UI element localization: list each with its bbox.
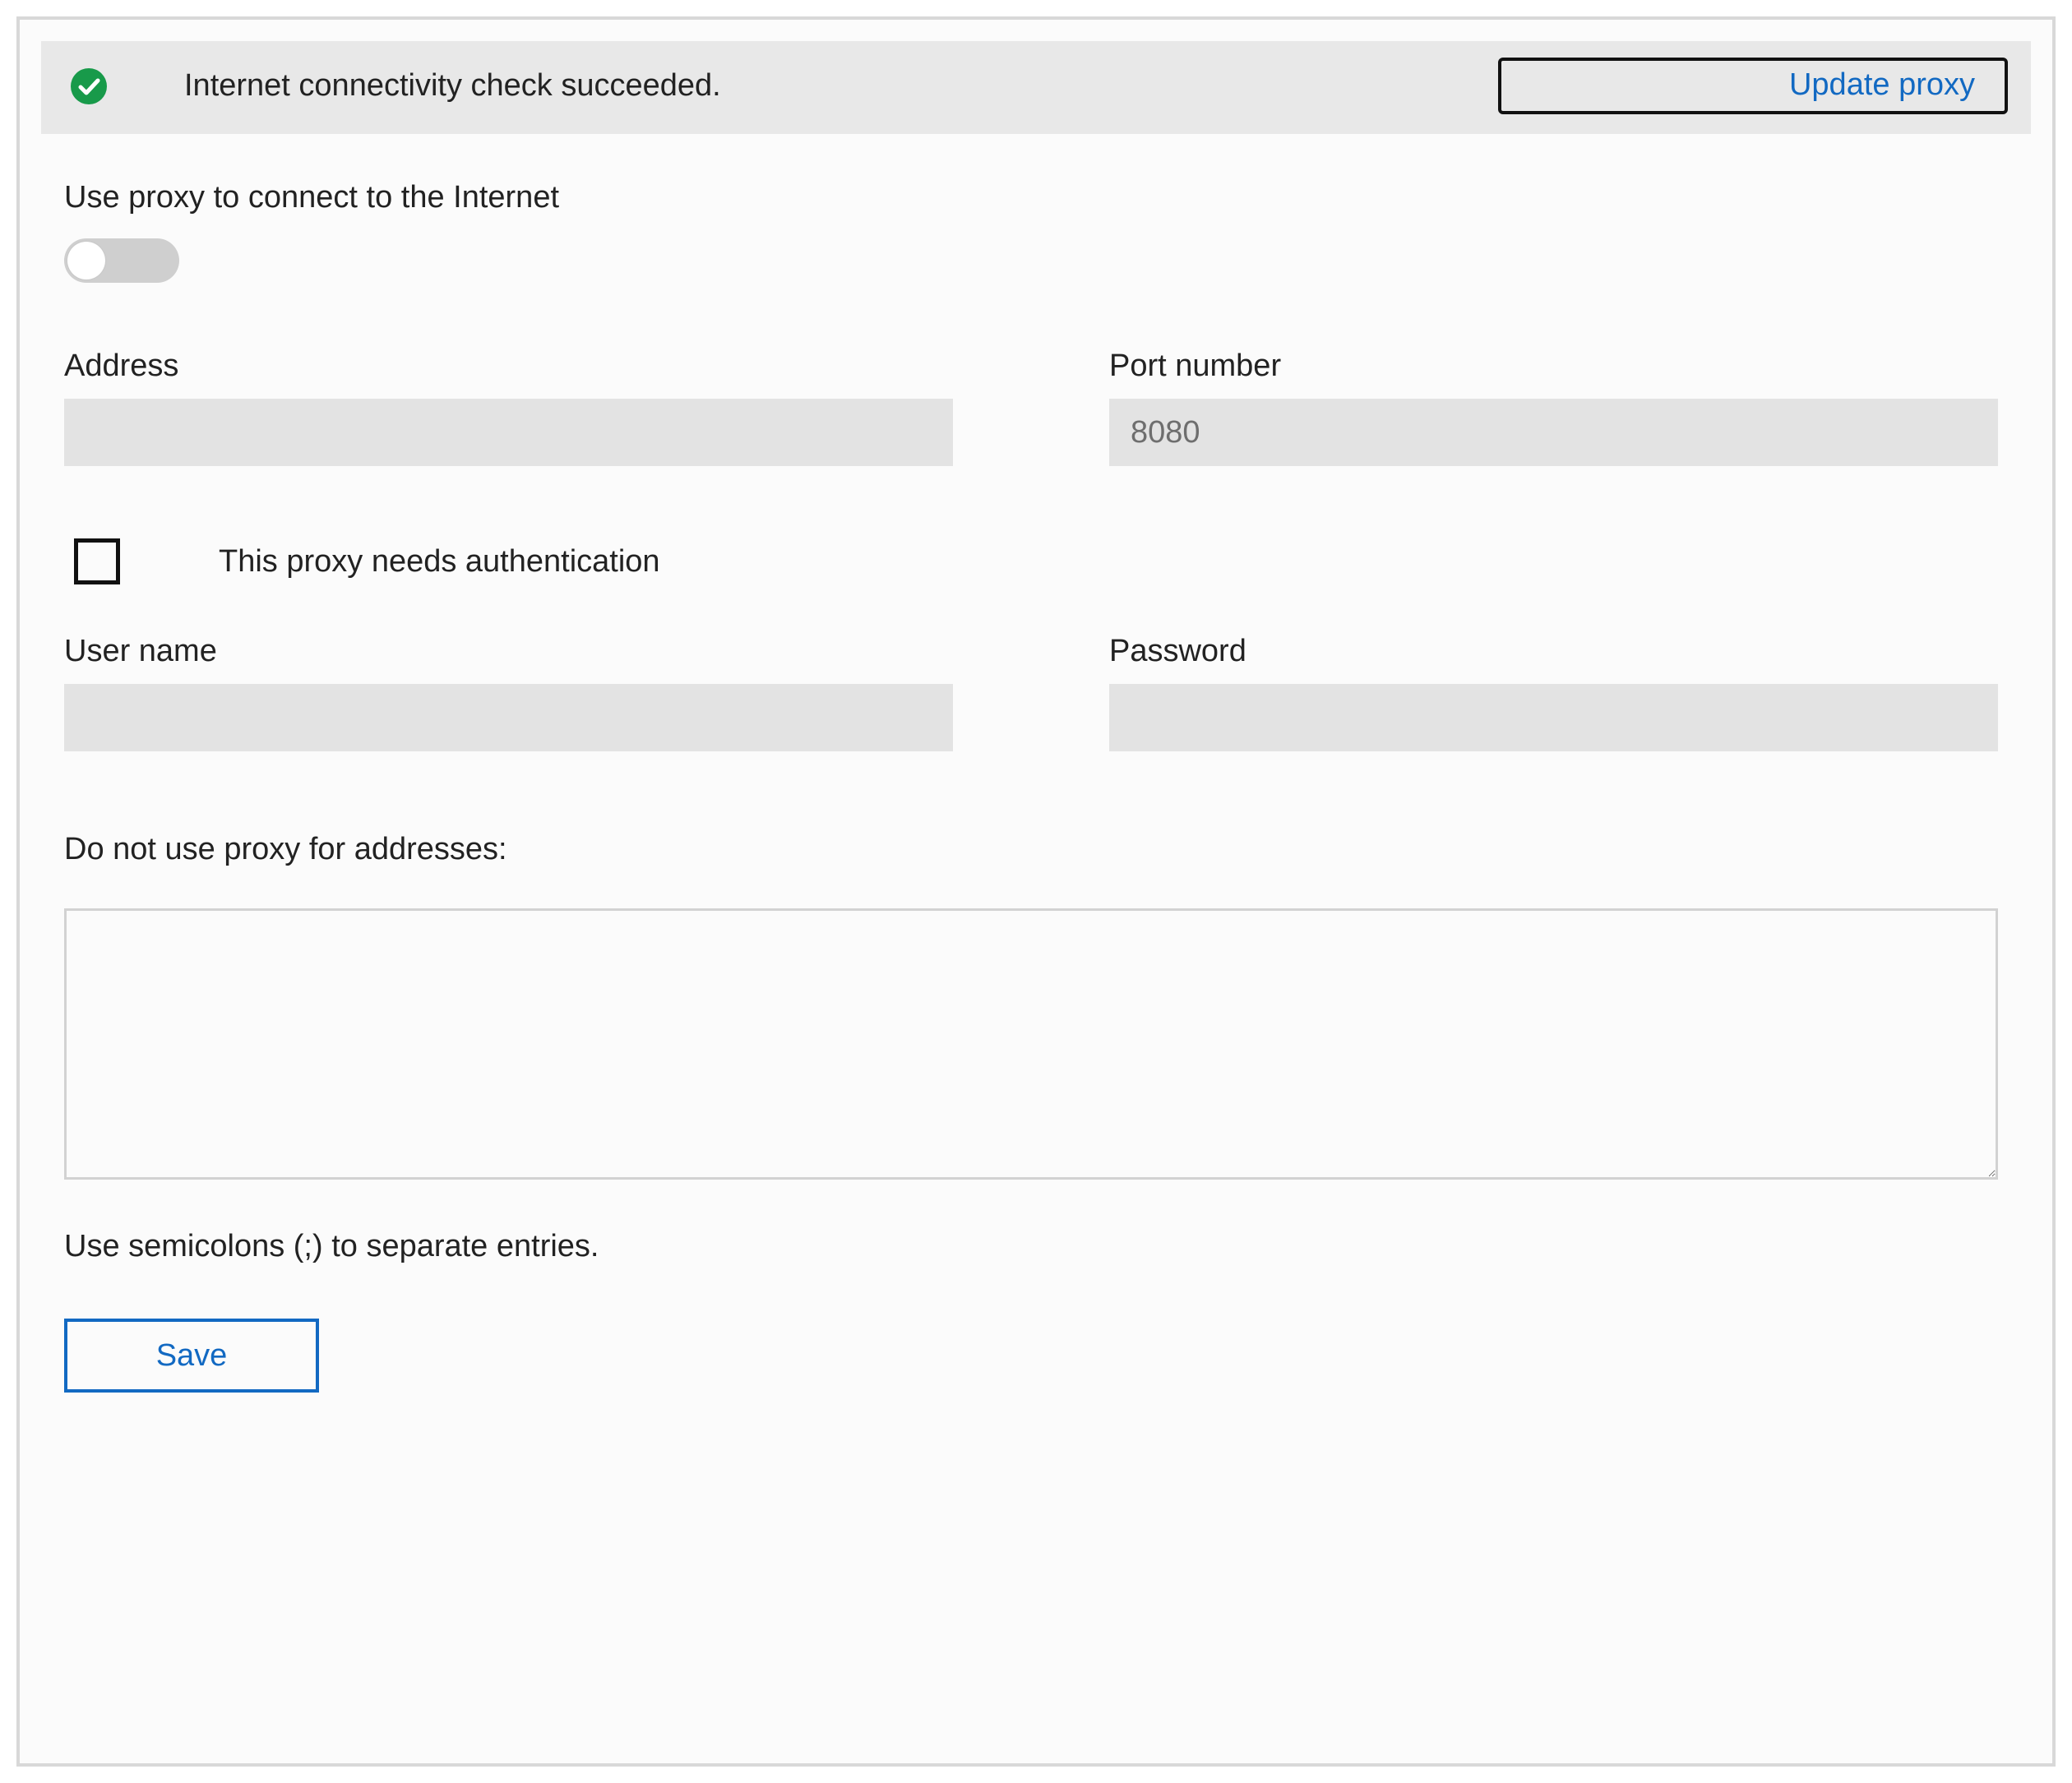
status-message: Internet connectivity check succeeded.	[141, 68, 1465, 104]
port-input[interactable]	[1109, 399, 1998, 466]
exclusion-help: Use semicolons (;) to separate entries.	[64, 1229, 1998, 1264]
check-circle-icon	[69, 67, 109, 106]
status-bar: Internet connectivity check succeeded. U…	[41, 41, 2031, 134]
save-button[interactable]: Save	[64, 1319, 319, 1393]
exclusion-label: Do not use proxy for addresses:	[64, 832, 1998, 867]
toggle-knob	[67, 242, 105, 279]
username-label: User name	[64, 634, 953, 669]
password-input[interactable]	[1109, 684, 1998, 751]
exclusion-textarea[interactable]	[64, 908, 1998, 1180]
auth-checkbox[interactable]	[74, 538, 120, 584]
auth-checkbox-label: This proxy needs authentication	[219, 544, 660, 580]
password-label: Password	[1109, 634, 1998, 669]
port-label: Port number	[1109, 349, 1998, 384]
use-proxy-label: Use proxy to connect to the Internet	[64, 180, 1998, 215]
address-input[interactable]	[64, 399, 953, 466]
username-input[interactable]	[64, 684, 953, 751]
update-proxy-button[interactable]: Update proxy	[1498, 58, 2008, 114]
address-label: Address	[64, 349, 953, 384]
proxy-settings-panel: Internet connectivity check succeeded. U…	[16, 16, 2056, 1767]
use-proxy-toggle[interactable]	[64, 238, 179, 283]
